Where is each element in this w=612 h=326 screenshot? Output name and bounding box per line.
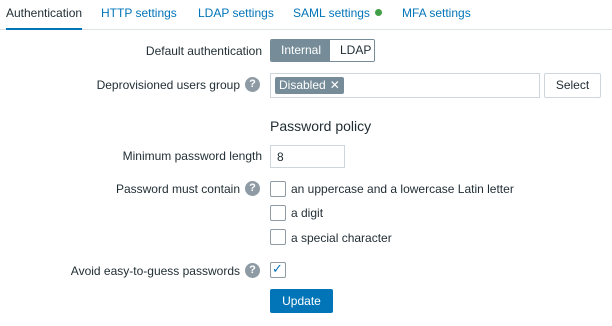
tab-saml-settings[interactable]: SAML settings [293,0,382,29]
uppercase-lowercase-label: an uppercase and a lowercase Latin lette… [291,182,514,196]
option-ldap[interactable]: LDAP [330,40,374,61]
tab-bar: Authentication HTTP settings LDAP settin… [0,0,612,30]
avoid-easy-passwords-checkbox[interactable]: ✓ [270,261,286,278]
tag-label: Disabled [279,78,326,92]
uppercase-lowercase-checkbox[interactable] [270,181,286,197]
default-authentication-label: Default authentication [145,44,262,58]
selected-group-tag: Disabled ✕ [275,77,344,94]
select-button[interactable]: Select [544,73,601,98]
deprovisioned-group-multiselect[interactable]: Disabled ✕ [270,73,540,98]
digit-checkbox[interactable] [270,205,286,221]
password-must-contain-label: Password must contain [115,182,240,196]
tab-authentication[interactable]: Authentication [6,0,83,30]
update-button[interactable]: Update [270,289,333,313]
tab-http-settings[interactable]: HTTP settings [101,0,177,29]
default-authentication-toggle: Internal LDAP [270,39,375,62]
checkmark-icon: ✓ [272,261,283,276]
minimum-password-length-label: Minimum password length [122,149,262,163]
special-character-checkbox[interactable] [270,229,286,245]
minimum-password-length-input[interactable] [270,145,345,168]
remove-tag-icon[interactable]: ✕ [330,78,340,92]
password-policy-heading: Password policy [270,118,372,134]
avoid-easy-passwords-label: Avoid easy-to-guess passwords [70,264,240,278]
tab-ldap-settings[interactable]: LDAP settings [198,0,274,29]
digit-label: a digit [291,206,324,220]
special-character-label: a special character [291,231,392,245]
help-icon[interactable]: ? [245,181,260,196]
help-icon[interactable]: ? [245,263,260,278]
help-icon[interactable]: ? [245,77,260,92]
tab-mfa-settings[interactable]: MFA settings [402,0,471,29]
deprovisioned-users-group-label: Deprovisioned users group [96,78,240,92]
tab-saml-label: SAML settings [293,6,370,20]
option-internal[interactable]: Internal [271,40,330,61]
status-dot-icon [374,9,382,16]
